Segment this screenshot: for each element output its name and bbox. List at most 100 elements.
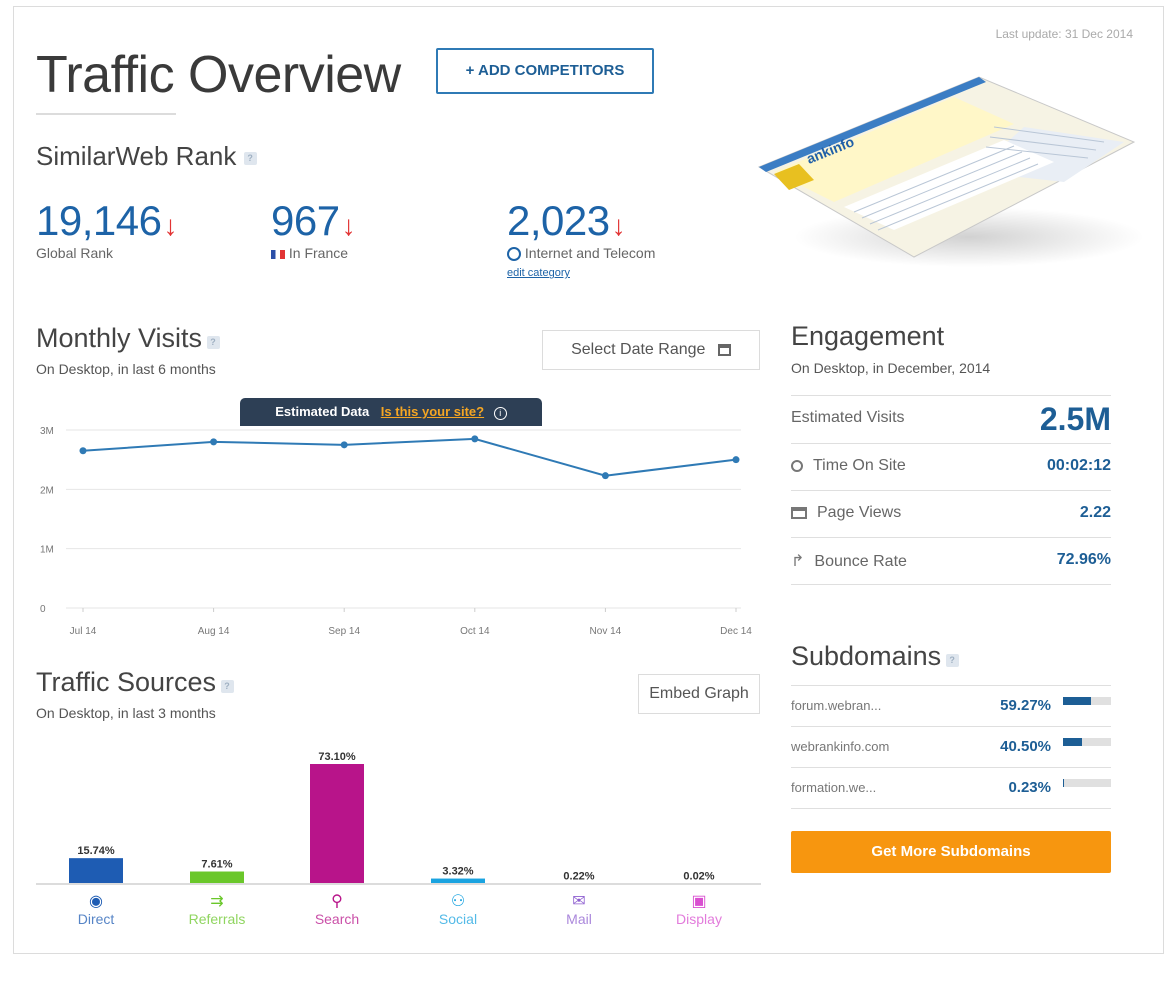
last-update-text: Last update: 31 Dec 2014: [995, 27, 1133, 41]
global-rank-label: Global Rank: [36, 245, 114, 261]
bar-direct: [69, 858, 123, 884]
subdomain-row[interactable]: formation.we... 0.23%: [791, 767, 1111, 809]
bounce-rate-label-row: ↱ Bounce Rate: [791, 551, 907, 571]
engagement-row-time-on-site: Time On Site 00:02:12: [791, 443, 1111, 490]
help-icon[interactable]: ?: [243, 151, 257, 165]
monthly-visits-chart: 0 1M 2M 3M Jul 14 Aug 14 Sep 14 Oct 14 Nov 14 De…: [40, 426, 752, 637]
select-date-range-label: Select Date Range: [571, 341, 706, 358]
engagement-row-page-views: Page Views 2.22: [791, 490, 1111, 537]
country-rank-label-row: In France: [271, 245, 356, 261]
traffic-sources-chart: 15.74% 7.61% 73.10% 3.32% 0.22% 0.02%: [36, 751, 761, 885]
engagement-title: Engagement: [791, 321, 945, 351]
bar-value-label: 15.74%: [77, 845, 115, 857]
help-icon[interactable]: ?: [945, 654, 959, 668]
bar-value-label: 7.61%: [201, 859, 232, 871]
rank-section-title: SimilarWeb Rank ?: [36, 141, 257, 172]
subdomain-name: formation.we...: [791, 780, 877, 795]
time-on-site-label-row: Time On Site: [791, 457, 906, 475]
subdomain-share-bar: [1063, 697, 1111, 705]
engagement-row-visits: Estimated Visits 2.5M: [791, 395, 1111, 442]
page-views-label: Page Views: [817, 504, 902, 521]
data-point: [340, 441, 348, 449]
estimated-data-badge: Estimated Data Is this your site? i: [240, 398, 542, 426]
time-on-site-value: 00:02:12: [1046, 457, 1111, 474]
embed-graph-button[interactable]: Embed Graph: [638, 674, 760, 714]
time-on-site-label: Time On Site: [813, 457, 906, 474]
source-label-referrals[interactable]: Referrals: [167, 911, 267, 927]
bounce-icon: ↱: [791, 553, 805, 570]
source-label-display[interactable]: Display: [649, 911, 749, 927]
page-title: Traffic Overview: [36, 46, 401, 104]
help-icon[interactable]: ?: [220, 680, 234, 694]
bounce-rate-value: 72.96%: [1056, 551, 1111, 568]
visits-series-line: [82, 437, 737, 477]
referrals-icon: ⇉: [210, 893, 224, 910]
site-preview-image: ankinfo: [754, 72, 1154, 272]
traffic-sources-header: Traffic Sources ?: [36, 667, 234, 698]
globe-icon: [507, 247, 521, 262]
page-icon: [791, 506, 807, 519]
traffic-sources-subtitle: On Desktop, in last 3 months: [36, 705, 216, 721]
page-views-label-row: Page Views: [791, 504, 901, 522]
page-views-value: 2.22: [1079, 504, 1111, 521]
select-date-range-button[interactable]: Select Date Range: [542, 330, 760, 370]
bar-value-label: 0.22%: [563, 871, 594, 883]
subdomain-share-bar: [1063, 738, 1111, 746]
country-rank-label: In France: [288, 245, 349, 261]
edit-category-link[interactable]: edit category: [507, 267, 655, 279]
subdomain-name: webrankinfo.com: [791, 739, 890, 754]
y-tick-label: 1M: [40, 545, 54, 556]
global-rank: 19,146↓ Global Rank: [36, 197, 177, 261]
data-point: [601, 472, 609, 480]
data-point: [79, 447, 87, 455]
x-tick-label: Sep 14: [328, 626, 360, 637]
subdomain-name: forum.webran...: [791, 698, 882, 713]
bounce-rate-label: Bounce Rate: [814, 553, 907, 570]
is-this-your-site-link[interactable]: Is this your site?: [381, 404, 484, 419]
source-label-direct[interactable]: Direct: [46, 911, 146, 927]
category-rank-value: 2,023: [507, 197, 610, 244]
social-icon: ⚇: [450, 893, 466, 910]
estimated-visits-value: 2.5M: [1039, 401, 1111, 437]
category-rank-label: Internet and Telecom: [524, 245, 656, 261]
estimated-data-label: Estimated Data: [275, 404, 370, 419]
source-label-mail[interactable]: Mail: [529, 911, 629, 927]
subdomain-share-bar: [1063, 779, 1111, 787]
y-tick-label: 3M: [40, 426, 54, 437]
data-point: [210, 438, 218, 446]
traffic-sources-title: Traffic Sources: [36, 667, 217, 697]
subdomain-share: 40.50%: [1000, 738, 1051, 755]
direct-icon: ◉: [89, 893, 103, 910]
info-icon[interactable]: i: [493, 407, 507, 420]
display-icon: ▣: [691, 893, 707, 910]
down-arrow-icon: ↓: [611, 210, 626, 241]
bar-value-label: 0.02%: [683, 871, 714, 883]
calendar-icon: [717, 343, 731, 356]
search-icon: ⚲: [331, 893, 343, 910]
bar-value-label: 73.10%: [318, 751, 356, 763]
x-tick-label: Oct 14: [460, 626, 490, 637]
y-tick-label: 0: [40, 604, 46, 615]
subdomain-share: 59.27%: [1000, 697, 1051, 714]
data-point: [471, 435, 479, 443]
mail-icon: ✉: [572, 893, 586, 910]
source-label-social[interactable]: Social: [408, 911, 508, 927]
down-arrow-icon: ↓: [163, 210, 178, 241]
title-underline: [36, 113, 176, 115]
subdomain-row[interactable]: webrankinfo.com 40.50%: [791, 726, 1111, 767]
x-tick-label: Nov 14: [590, 626, 622, 637]
help-icon[interactable]: ?: [206, 336, 220, 350]
y-tick-label: 2M: [40, 485, 54, 496]
add-competitors-button[interactable]: + ADD COMPETITORS: [436, 48, 654, 94]
traffic-overview-card: Traffic Overview + ADD COMPETITORS Last …: [13, 6, 1164, 954]
engagement-subtitle: On Desktop, in December, 2014: [791, 360, 991, 376]
source-label-search[interactable]: Search: [287, 911, 387, 927]
subdomain-share-fill: [1063, 738, 1083, 746]
category-rank: 2,023↓ Internet and Telecom edit categor…: [507, 197, 655, 279]
subdomains-title: Subdomains: [791, 641, 942, 671]
country-rank-value: 967: [271, 197, 340, 244]
subdomain-row[interactable]: forum.webran... 59.27%: [791, 685, 1111, 726]
subdomain-share-fill: [1063, 697, 1092, 705]
get-more-subdomains-button[interactable]: Get More Subdomains: [791, 831, 1111, 873]
global-rank-value: 19,146: [36, 197, 162, 244]
